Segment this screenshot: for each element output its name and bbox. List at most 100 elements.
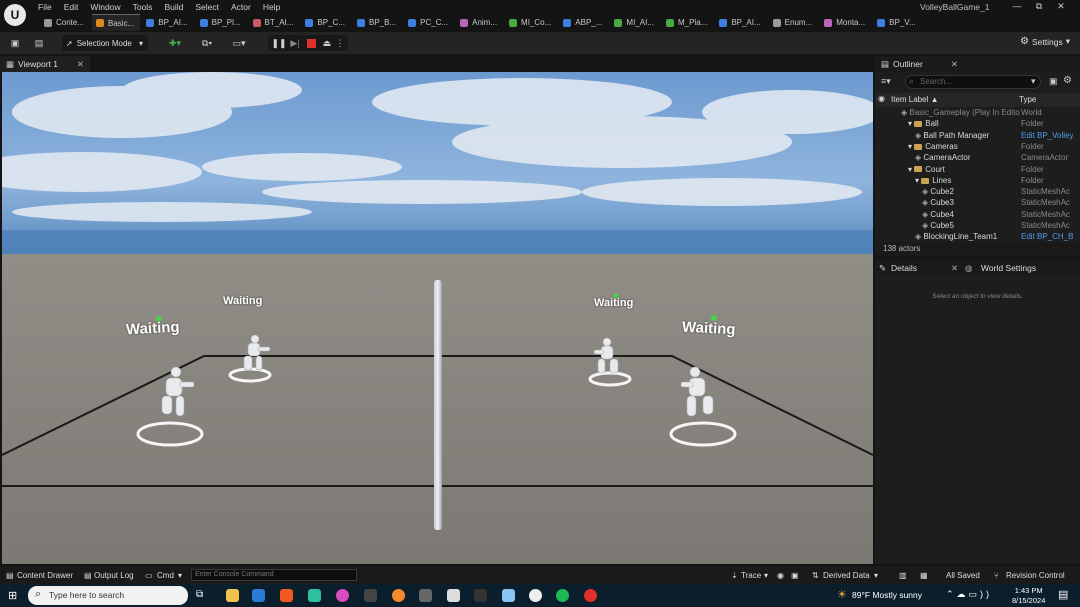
add-folder-icon[interactable]: ▣ — [1049, 76, 1058, 87]
editor-tab[interactable]: Anim... — [456, 14, 503, 31]
editor-tab[interactable]: MI_AI... — [610, 14, 660, 31]
brave-icon[interactable] — [280, 589, 293, 602]
editor-tab[interactable]: MI_Co... — [505, 14, 557, 31]
all-saved-status[interactable]: All Saved — [946, 571, 980, 580]
minimize-button[interactable]: — — [1006, 1, 1028, 11]
windows-start-icon[interactable]: ⊞ — [8, 589, 17, 602]
editor-tab[interactable]: BP_B... — [353, 14, 402, 31]
outliner-row[interactable]: ◈ Cube2 StaticMeshAc — [875, 186, 1073, 197]
gear-icon[interactable]: ⚙ — [1063, 75, 1072, 86]
menu-file[interactable]: File — [38, 2, 52, 12]
spotify-icon[interactable] — [556, 589, 569, 602]
add-actor-icon[interactable]: ✚▾ — [164, 36, 186, 50]
outliner-row[interactable]: ◈ Cube4 StaticMeshAc — [875, 209, 1073, 220]
outlook-icon[interactable] — [252, 589, 265, 602]
eject-icon[interactable]: ⏏ — [320, 36, 334, 50]
outliner-row[interactable]: ▾ Court Folder — [875, 164, 1073, 175]
outliner-row[interactable]: ◈ Ball Path Manager Edit BP_Volley — [875, 130, 1073, 141]
menu-tools[interactable]: Tools — [133, 2, 153, 12]
outliner-row[interactable]: ▾ Cameras Folder — [875, 141, 1073, 152]
column-item-label[interactable]: Item Label ▲ — [891, 95, 939, 104]
editor-tab[interactable]: PC_C... — [404, 14, 454, 31]
chevron-down-icon[interactable]: ▾ — [764, 571, 768, 580]
record-icon[interactable]: ◉ — [777, 571, 784, 580]
step-icon[interactable]: ▶| — [288, 36, 302, 50]
outliner-row[interactable]: ◈ Cube3 StaticMeshAc — [875, 197, 1073, 208]
close-icon[interactable]: ✕ — [951, 59, 958, 70]
cinematics-icon[interactable]: ▭▾ — [228, 36, 250, 50]
editor-tab[interactable]: BT_AI... — [249, 14, 300, 31]
content-drawer-button[interactable]: Content Drawer — [17, 571, 73, 580]
epic-games-icon[interactable] — [474, 589, 487, 602]
stats-icon[interactable]: ▥ — [899, 571, 907, 580]
unreal-logo-icon[interactable]: U — [4, 4, 26, 26]
chevron-down-icon[interactable]: ▾ — [1031, 76, 1036, 87]
close-icon[interactable]: ✕ — [77, 59, 84, 70]
menu-edit[interactable]: Edit — [64, 2, 79, 12]
outliner-tab[interactable]: ▤ Outliner ✕ — [875, 56, 1080, 72]
close-button[interactable]: ✕ — [1050, 1, 1072, 12]
filter-icon[interactable]: ≡▾ — [881, 76, 891, 87]
stop-icon[interactable] — [304, 36, 318, 50]
taskbar-search-input[interactable]: Type here to search — [28, 586, 188, 605]
menu-help[interactable]: Help — [263, 2, 280, 12]
editor-tab[interactable]: Enum... — [769, 14, 819, 31]
more-options-icon[interactable]: ⋮ — [336, 36, 345, 50]
chevron-down-icon[interactable]: ▾ — [178, 571, 182, 580]
visibility-eye-icon[interactable]: ◉ — [878, 94, 885, 103]
edge-icon[interactable] — [308, 589, 321, 602]
close-icon[interactable]: ✕ — [951, 263, 958, 274]
notification-icon[interactable]: ▤ — [1058, 588, 1068, 601]
outliner-row[interactable]: ◈ Basic_Gameplay (Play In Edito World — [875, 107, 1073, 118]
menu-build[interactable]: Build — [164, 2, 183, 12]
restore-button[interactable]: ⧉ — [1028, 1, 1050, 12]
unreal-editor-icon[interactable] — [529, 589, 542, 602]
editor-tab[interactable]: Basic... — [92, 14, 141, 31]
editor-tab[interactable]: BP_V... — [873, 14, 921, 31]
outliner-row-type[interactable]: Edit BP_Volley — [1021, 131, 1073, 140]
outliner-row[interactable]: ◈ CameraActor CameraActor — [875, 152, 1073, 163]
cmd-button[interactable]: Cmd — [157, 571, 174, 580]
viewport-tab[interactable]: ▦ Viewport 1 ✕ — [0, 56, 90, 72]
output-log-button[interactable]: Output Log — [94, 571, 134, 580]
editor-tab[interactable]: M_Pla... — [662, 14, 713, 31]
blender-icon[interactable] — [392, 589, 405, 602]
app-icon[interactable] — [584, 589, 597, 602]
app-icon[interactable] — [336, 589, 349, 602]
task-view-icon[interactable]: ⧉ — [196, 589, 209, 602]
app-icon[interactable] — [447, 589, 460, 602]
level-viewport[interactable]: Waiting Waiting Waiting Waiting — [2, 72, 873, 564]
outliner-row-type[interactable]: Edit BP_CH_B — [1021, 232, 1073, 241]
menu-actor[interactable]: Actor — [231, 2, 251, 12]
editor-tab[interactable]: BP_AI... — [142, 14, 193, 31]
pause-icon[interactable]: ❚❚ — [271, 36, 286, 50]
app-icon[interactable] — [502, 589, 515, 602]
outliner-row[interactable]: ◈ BlockingLine_Team1 Edit BP_CH_B — [875, 231, 1073, 242]
app-icon[interactable] — [419, 589, 432, 602]
editor-tab[interactable]: BP_AI... — [715, 14, 766, 31]
chevron-down-icon[interactable]: ▾ — [874, 571, 878, 580]
screenshot-icon[interactable]: ▣ — [791, 571, 799, 580]
tab-world-settings[interactable]: World Settings — [981, 263, 1036, 273]
console-input[interactable]: Enter Console Command — [191, 569, 357, 581]
outliner-row[interactable]: ▾ Ball Folder — [875, 118, 1073, 129]
taskbar-clock[interactable]: 1:43 PM 8/15/2024 — [1012, 586, 1045, 606]
tray-icons[interactable]: ⌃☁▭)) — [946, 589, 992, 600]
derived-data-button[interactable]: Derived Data — [823, 571, 870, 580]
save-icon[interactable]: ▣ — [8, 36, 22, 50]
outliner-row[interactable]: ◈ Cube5 StaticMeshAc — [875, 220, 1073, 231]
trace-button[interactable]: Trace — [741, 571, 761, 580]
outliner-row[interactable]: ▾ Lines Folder — [875, 175, 1073, 186]
editor-tab[interactable]: BP_Pl... — [196, 14, 247, 31]
editor-tab[interactable]: Monta... — [820, 14, 871, 31]
editor-tab[interactable]: BP_C... — [301, 14, 351, 31]
search-input[interactable]: Search... — [905, 75, 1041, 89]
tab-details[interactable]: Details — [891, 263, 917, 273]
weather-status[interactable]: 89°F Mostly sunny — [852, 590, 922, 600]
column-type[interactable]: Type — [1019, 95, 1036, 104]
editor-tab[interactable]: Conte... — [40, 14, 90, 31]
file-explorer-icon[interactable] — [226, 589, 239, 602]
revision-control-button[interactable]: Revision Control — [1006, 571, 1065, 580]
menu-select[interactable]: Select — [195, 2, 219, 12]
selection-mode-dropdown[interactable]: ➚ Selection Mode ▾ — [62, 35, 148, 51]
